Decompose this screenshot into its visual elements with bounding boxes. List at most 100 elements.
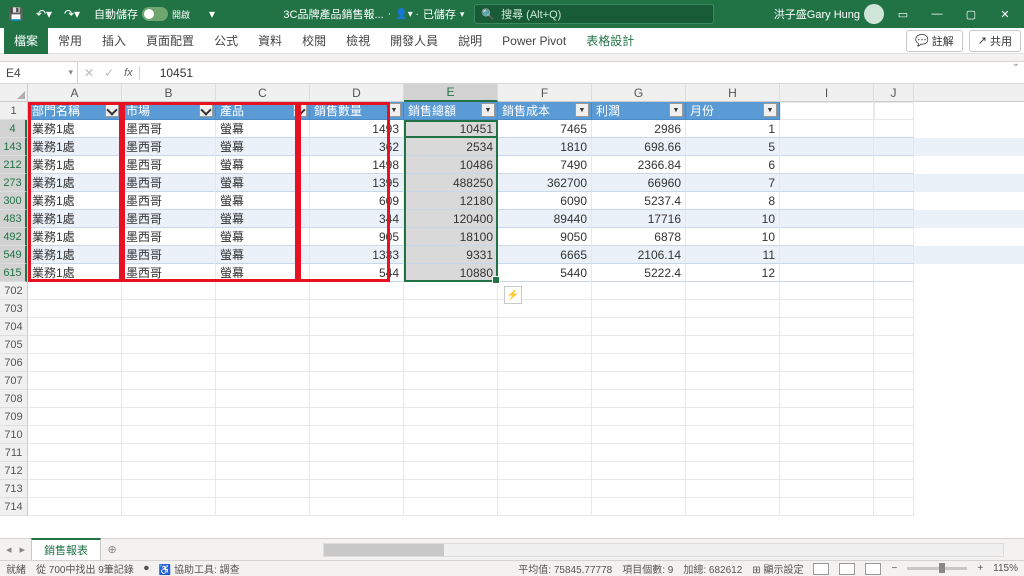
col-header-D[interactable]: D (310, 84, 404, 102)
cell[interactable]: 墨西哥 (122, 120, 216, 138)
cell[interactable]: 2106.14 (592, 246, 686, 264)
tab-layout[interactable]: 頁面配置 (136, 28, 204, 54)
status-accessibility[interactable]: ♿ 協助工具: 調查 (159, 561, 240, 576)
cell[interactable]: 6 (686, 156, 780, 174)
display-settings[interactable]: ⊞ 顯示設定 (752, 561, 803, 576)
tab-review[interactable]: 校閱 (292, 28, 336, 54)
row-header[interactable]: 703 (0, 300, 27, 318)
cell[interactable]: 11 (686, 246, 780, 264)
row-header[interactable]: 707 (0, 372, 27, 390)
quick-analysis-icon[interactable]: ⚡ (504, 286, 522, 304)
filter-icon[interactable] (105, 103, 119, 117)
cell[interactable]: 10486 (404, 156, 498, 174)
tab-file[interactable]: 檔案 (4, 28, 48, 54)
cell[interactable]: 7490 (498, 156, 592, 174)
cell[interactable]: 17716 (592, 210, 686, 228)
row-header[interactable]: 273 (0, 174, 27, 192)
cell[interactable]: 9331 (404, 246, 498, 264)
tab-formulas[interactable]: 公式 (204, 28, 248, 54)
row-header[interactable]: 711 (0, 444, 27, 462)
ribbon-collapse-icon[interactable]: ⌄ (1012, 58, 1020, 69)
cell[interactable]: 6665 (498, 246, 592, 264)
col-header-G[interactable]: G (592, 84, 686, 102)
table-header[interactable]: 部門名稱 (28, 102, 122, 120)
cell[interactable]: 10 (686, 228, 780, 246)
filter-icon[interactable] (293, 103, 307, 117)
row-header[interactable]: 615 (0, 264, 27, 282)
cell[interactable]: 2366.84 (592, 156, 686, 174)
zoom-in-icon[interactable]: + (977, 563, 983, 574)
cell[interactable]: 120400 (404, 210, 498, 228)
cell[interactable]: 2986 (592, 120, 686, 138)
record-macro-icon[interactable]: ⏺ (144, 563, 149, 574)
filter-icon[interactable]: ▼ (575, 103, 589, 117)
cell[interactable]: 1333 (310, 246, 404, 264)
cell[interactable]: 6090 (498, 192, 592, 210)
cell[interactable]: 業務1處 (28, 174, 122, 192)
cell[interactable]: 業務1處 (28, 138, 122, 156)
filter-icon[interactable]: ▼ (669, 103, 683, 117)
col-header-F[interactable]: F (498, 84, 592, 102)
tab-help[interactable]: 說明 (448, 28, 492, 54)
row-header[interactable]: 1 (0, 102, 27, 120)
cell[interactable]: 螢幕 (216, 210, 310, 228)
cell[interactable]: 10451 (404, 120, 498, 138)
filter-icon[interactable]: ▼ (481, 103, 495, 117)
search-input[interactable]: 🔍 搜尋 (Alt+Q) (474, 4, 714, 24)
sheet-tab-active[interactable]: 銷售報表 (31, 538, 101, 560)
cell[interactable]: 螢幕 (216, 228, 310, 246)
cell[interactable]: 螢幕 (216, 192, 310, 210)
zoom-level[interactable]: 115% (993, 563, 1018, 574)
sheet-prev-icon[interactable]: ◂ (6, 543, 12, 556)
cell[interactable]: 1 (686, 120, 780, 138)
col-header-E[interactable]: E (404, 84, 498, 102)
cell[interactable]: 2534 (404, 138, 498, 156)
accept-formula-icon[interactable]: ✓ (104, 66, 114, 80)
cell[interactable]: 1493 (310, 120, 404, 138)
cell[interactable]: 609 (310, 192, 404, 210)
share-button[interactable]: ↗共用 (969, 30, 1021, 52)
tab-data[interactable]: 資料 (248, 28, 292, 54)
cell[interactable]: 墨西哥 (122, 174, 216, 192)
col-header-I[interactable]: I (780, 84, 874, 102)
cell[interactable]: 業務1處 (28, 246, 122, 264)
row-header[interactable]: 710 (0, 426, 27, 444)
save-icon[interactable]: 💾 (4, 2, 28, 26)
cell[interactable]: 業務1處 (28, 210, 122, 228)
cell[interactable]: 墨西哥 (122, 228, 216, 246)
row-header[interactable]: 709 (0, 408, 27, 426)
col-header-B[interactable]: B (122, 84, 216, 102)
filter-icon[interactable] (199, 103, 213, 117)
cell[interactable]: 6878 (592, 228, 686, 246)
view-normal-icon[interactable] (813, 563, 829, 575)
table-header[interactable]: 利潤▼ (592, 102, 686, 120)
table-header[interactable]: 產品 (216, 102, 310, 120)
view-layout-icon[interactable] (839, 563, 855, 575)
cell[interactable]: 1810 (498, 138, 592, 156)
cell[interactable]: 18100 (404, 228, 498, 246)
cell[interactable]: 螢幕 (216, 138, 310, 156)
cell[interactable]: 螢幕 (216, 264, 310, 282)
cell[interactable]: 698.66 (592, 138, 686, 156)
cell[interactable]: 螢幕 (216, 174, 310, 192)
minimize-icon[interactable]: — (922, 2, 952, 26)
formula-input[interactable]: 10451 (140, 66, 1024, 80)
row-header[interactable]: 713 (0, 480, 27, 498)
cell[interactable]: 344 (310, 210, 404, 228)
cell[interactable]: 墨西哥 (122, 210, 216, 228)
cell[interactable]: 1498 (310, 156, 404, 174)
table-header[interactable]: 月份▼ (686, 102, 780, 120)
avatar[interactable] (864, 4, 884, 24)
table-header[interactable]: 市場 (122, 102, 216, 120)
sheet-next-icon[interactable]: ▸ (20, 543, 26, 556)
cell[interactable]: 9050 (498, 228, 592, 246)
col-header-C[interactable]: C (216, 84, 310, 102)
comments-button[interactable]: 💬註解 (906, 30, 963, 52)
row-header[interactable]: 549 (0, 246, 27, 264)
tab-home[interactable]: 常用 (48, 28, 92, 54)
cell[interactable]: 5222.4 (592, 264, 686, 282)
row-header[interactable]: 212 (0, 156, 27, 174)
cell[interactable]: 螢幕 (216, 120, 310, 138)
cell[interactable]: 墨西哥 (122, 264, 216, 282)
row-header[interactable]: 702 (0, 282, 27, 300)
